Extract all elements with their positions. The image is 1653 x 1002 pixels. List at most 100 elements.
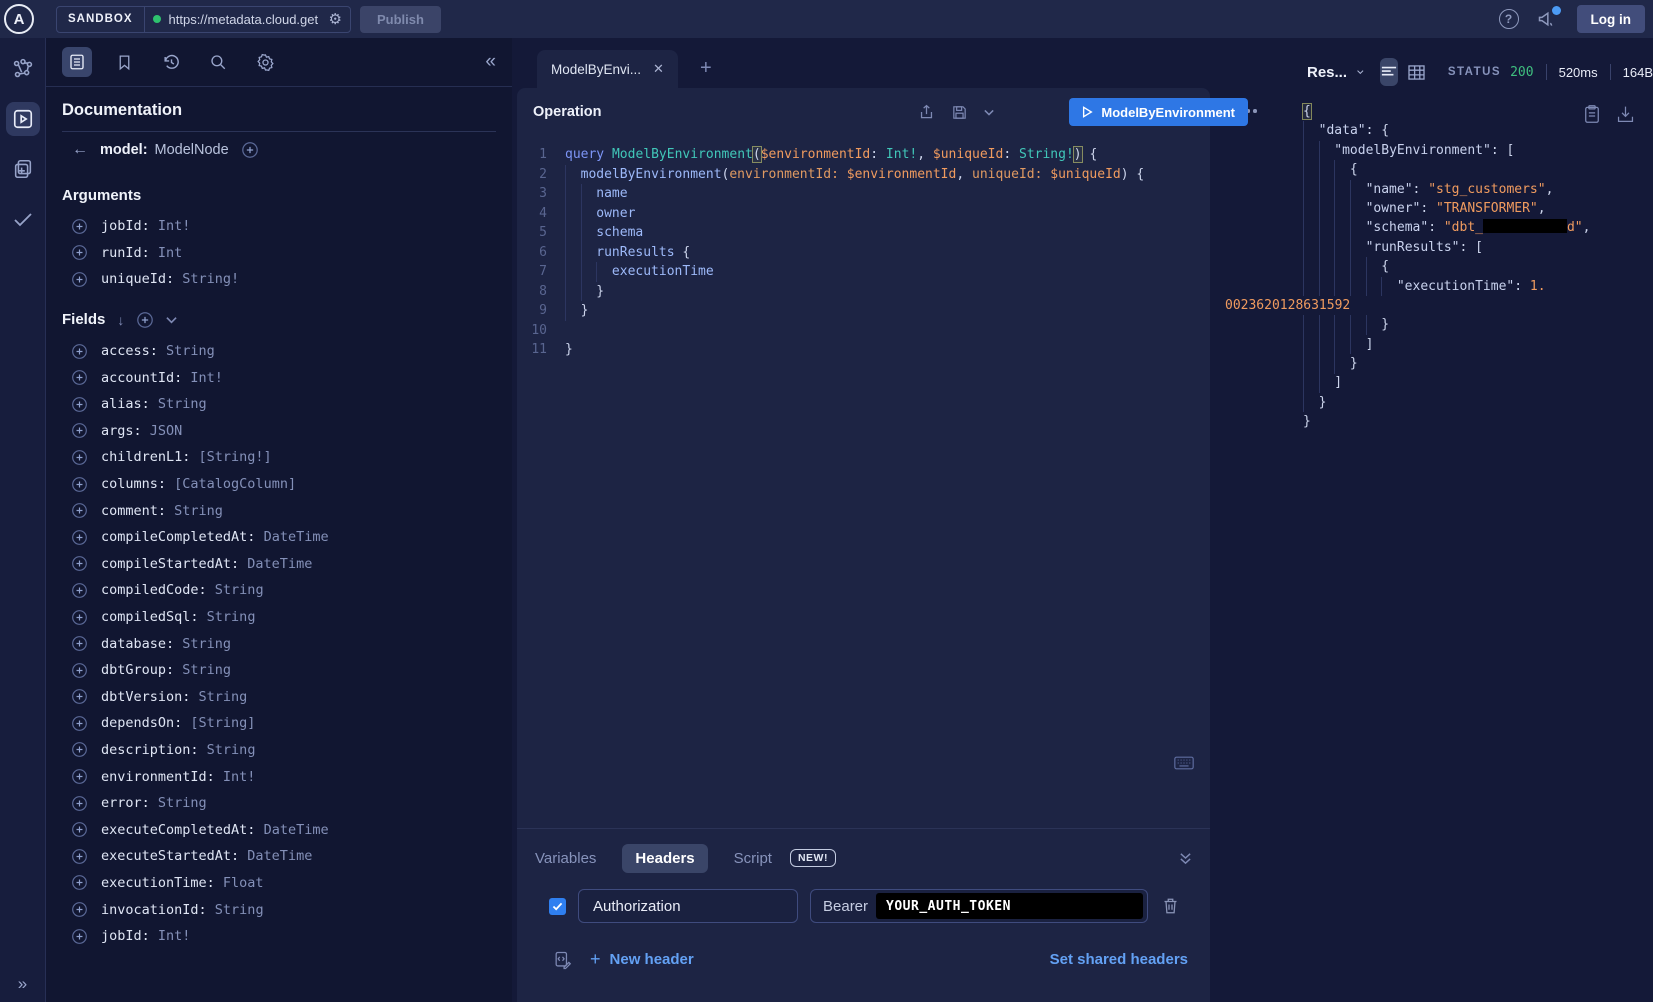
field-item[interactable]: error: String xyxy=(62,790,496,817)
add-field-icon[interactable] xyxy=(71,715,88,732)
preflight-script-icon[interactable] xyxy=(553,950,572,970)
field-item[interactable]: dbtVersion: String xyxy=(62,684,496,711)
argument-item[interactable]: jobId: Int! xyxy=(62,213,496,240)
field-type[interactable]: String xyxy=(199,742,256,758)
add-field-icon[interactable] xyxy=(71,422,88,439)
add-field-icon[interactable] xyxy=(71,609,88,626)
sort-fields-icon[interactable]: ↓ xyxy=(117,312,124,328)
field-type[interactable]: String xyxy=(150,396,207,412)
search-icon[interactable] xyxy=(203,47,233,77)
history-icon[interactable] xyxy=(156,47,186,77)
field-type[interactable]: String xyxy=(158,343,215,359)
keyboard-shortcuts-icon[interactable] xyxy=(1174,756,1194,770)
field-item[interactable]: accountId: Int! xyxy=(62,364,496,391)
field-type[interactable]: Float xyxy=(215,875,264,891)
back-arrow-icon[interactable]: ← xyxy=(72,141,88,159)
schema-graph-icon[interactable] xyxy=(6,52,40,86)
bookmarks-icon[interactable] xyxy=(109,47,139,77)
new-tab-button[interactable]: + xyxy=(700,57,712,80)
add-field-icon[interactable] xyxy=(71,821,88,838)
code-line[interactable]: 8} xyxy=(517,282,1210,302)
add-field-icon[interactable] xyxy=(71,244,88,261)
add-field-icon[interactable] xyxy=(71,396,88,413)
raw-view-toggle-icon[interactable] xyxy=(1380,58,1398,86)
field-item[interactable]: access: String xyxy=(62,338,496,365)
field-type[interactable]: DateTime xyxy=(255,822,328,838)
field-item[interactable]: compiledCode: String xyxy=(62,577,496,604)
add-field-icon[interactable] xyxy=(71,529,88,546)
field-type[interactable]: String xyxy=(166,503,223,519)
add-field-icon[interactable] xyxy=(71,688,88,705)
run-operation-button[interactable]: ModelByEnvironment xyxy=(1069,98,1248,126)
field-item[interactable]: environmentId: Int! xyxy=(62,763,496,790)
add-field-icon[interactable] xyxy=(71,343,88,360)
field-type[interactable]: String xyxy=(207,582,264,598)
field-type[interactable]: JSON xyxy=(142,423,183,439)
field-item[interactable]: comment: String xyxy=(62,497,496,524)
code-line[interactable]: 10 xyxy=(517,321,1210,341)
add-field-icon[interactable] xyxy=(71,795,88,812)
field-type[interactable]: DateTime xyxy=(255,529,328,545)
publish-button[interactable]: Publish xyxy=(360,6,441,33)
query-editor[interactable]: 1query ModelByEnvironment($environmentId… xyxy=(517,136,1210,828)
field-item[interactable]: description: String xyxy=(62,737,496,764)
field-type[interactable]: Int! xyxy=(215,769,256,785)
field-type[interactable]: DateTime xyxy=(239,848,312,864)
header-enabled-checkbox[interactable] xyxy=(549,898,566,915)
add-field-icon[interactable] xyxy=(71,502,88,519)
field-type[interactable]: String xyxy=(207,902,264,918)
checklist-icon[interactable] xyxy=(6,202,40,236)
response-dropdown[interactable]: Res... xyxy=(1307,64,1347,81)
add-field-icon[interactable] xyxy=(71,271,88,288)
header-value-input[interactable]: Bearer YOUR_AUTH_TOKEN xyxy=(810,889,1148,923)
add-field-icon[interactable] xyxy=(71,928,88,945)
share-icon[interactable] xyxy=(918,103,935,121)
add-field-icon[interactable] xyxy=(71,662,88,679)
field-item[interactable]: compiledSql: String xyxy=(62,604,496,631)
code-line[interactable]: 5schema xyxy=(517,223,1210,243)
field-type[interactable]: [String!] xyxy=(190,449,271,465)
code-line[interactable]: 11} xyxy=(517,340,1210,360)
collapse-panel-icon[interactable] xyxy=(1179,852,1192,865)
response-dropdown-chevron-icon[interactable] xyxy=(1357,68,1364,76)
add-field-icon[interactable] xyxy=(71,635,88,652)
field-item[interactable]: jobId: Int! xyxy=(62,923,496,950)
field-type[interactable]: String! xyxy=(174,271,239,287)
field-type[interactable]: String xyxy=(199,609,256,625)
documentation-tab-icon[interactable] xyxy=(62,47,92,77)
field-item[interactable]: executionTime: Float xyxy=(62,870,496,897)
save-icon[interactable] xyxy=(951,104,968,121)
field-type[interactable]: Int xyxy=(150,245,183,261)
header-key-input[interactable] xyxy=(578,889,798,923)
operation-tab[interactable]: ModelByEnvi... ✕ xyxy=(537,50,678,88)
tab-headers[interactable]: Headers xyxy=(622,844,707,873)
set-shared-headers-link[interactable]: Set shared headers xyxy=(1050,951,1188,968)
field-item[interactable]: childrenL1: [String!] xyxy=(62,444,496,471)
add-field-icon[interactable] xyxy=(71,218,88,235)
code-line[interactable]: 9} xyxy=(517,301,1210,321)
add-field-icon[interactable] xyxy=(71,555,88,572)
download-response-icon[interactable] xyxy=(1617,105,1634,123)
login-button[interactable]: Log in xyxy=(1577,5,1646,33)
help-icon[interactable]: ? xyxy=(1499,9,1519,29)
delete-header-icon[interactable] xyxy=(1162,897,1179,915)
tab-variables[interactable]: Variables xyxy=(535,850,596,867)
model-type-link[interactable]: ModelNode xyxy=(155,142,229,158)
add-field-icon[interactable] xyxy=(71,476,88,493)
settings-icon[interactable] xyxy=(250,47,280,77)
field-type[interactable]: String xyxy=(190,689,247,705)
argument-item[interactable]: runId: Int xyxy=(62,240,496,267)
copy-response-icon[interactable] xyxy=(1584,105,1600,123)
field-item[interactable]: columns: [CatalogColumn] xyxy=(62,471,496,498)
field-type[interactable]: String xyxy=(174,636,231,652)
save-dropdown-icon[interactable] xyxy=(984,109,994,116)
add-field-icon[interactable] xyxy=(71,901,88,918)
field-type[interactable]: DateTime xyxy=(239,556,312,572)
close-tab-icon[interactable]: ✕ xyxy=(653,61,664,77)
add-field-icon[interactable] xyxy=(71,582,88,599)
field-type[interactable]: String xyxy=(174,662,231,678)
field-type[interactable]: String xyxy=(150,795,207,811)
field-item[interactable]: executeStartedAt: DateTime xyxy=(62,843,496,870)
endpoint-url-cell[interactable]: https://metadata.cloud.get ⚙ xyxy=(145,7,350,32)
code-line[interactable]: 1query ModelByEnvironment($environmentId… xyxy=(517,145,1210,165)
